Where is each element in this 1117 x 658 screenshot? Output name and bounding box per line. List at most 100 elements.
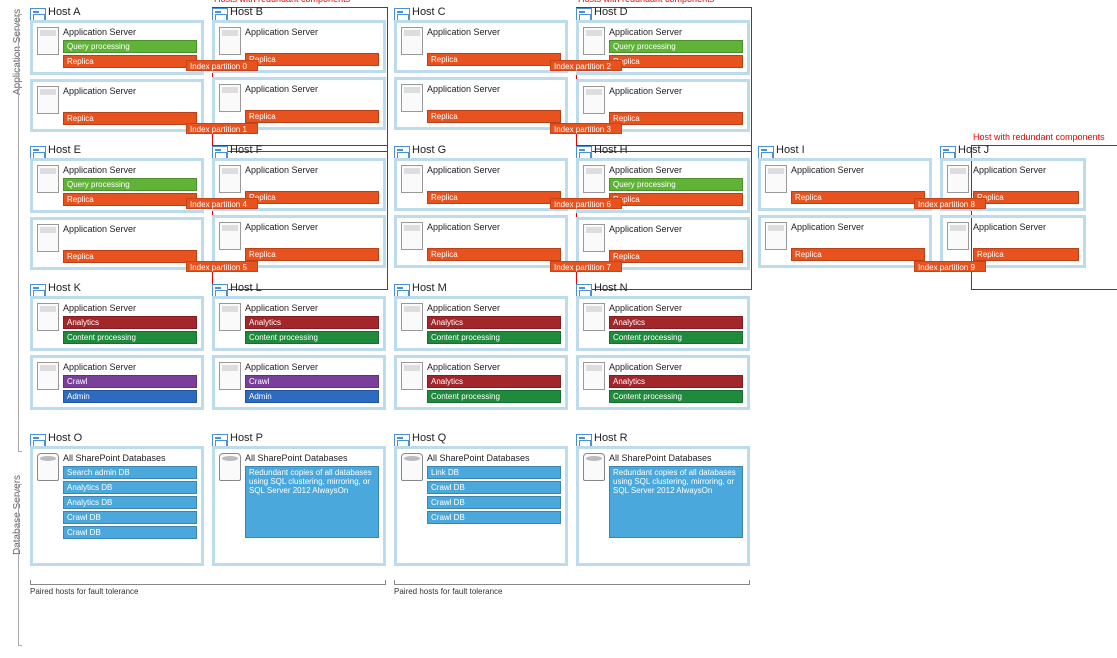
replica-bar: Replica xyxy=(609,250,743,263)
host-title: Host K xyxy=(30,282,204,294)
host-i: Host I Application Server Replica Applic… xyxy=(758,144,932,274)
db-bar: Analytics DB xyxy=(63,481,197,494)
vm-icon xyxy=(37,86,59,114)
query-bar: Query processing xyxy=(609,178,743,191)
vm-icon xyxy=(401,303,423,331)
app-server-label: Application Server xyxy=(245,303,379,314)
replica-bar: Replica xyxy=(245,53,379,66)
app-server-label: Application Server xyxy=(427,222,561,233)
index-partition-7: Index partition 7 xyxy=(550,261,622,272)
replica-bar: Replica xyxy=(427,248,561,261)
app-server-label: Application Server xyxy=(427,84,561,95)
sp-db-label: All SharePoint Databases xyxy=(427,453,561,464)
replica-bar: Replica xyxy=(973,191,1079,204)
admin-bar: Admin xyxy=(245,390,379,403)
host-title: Host G xyxy=(394,144,568,156)
index-partition-9: Index partition 9 xyxy=(914,261,986,272)
host-q: Host Q All SharePoint Databases Link DB … xyxy=(394,432,568,570)
content-bar: Content processing xyxy=(427,331,561,344)
pair-label: Paired hosts for fault tolerance xyxy=(394,585,750,596)
host-title: Host H xyxy=(576,144,750,156)
host-title: Host D xyxy=(576,6,750,18)
db-icon xyxy=(37,453,59,481)
app-server-label: Application Server xyxy=(245,27,379,38)
index-partition-6: Index partition 6 xyxy=(550,198,622,209)
sp-db-label: All SharePoint Databases xyxy=(63,453,197,464)
crawl-bar: Crawl xyxy=(245,375,379,388)
app-server-label: Application Server xyxy=(791,165,925,176)
analytics-bar: Analytics xyxy=(427,316,561,329)
host-a: Host A Application Server Query processi… xyxy=(30,6,204,136)
replica-bar: Replica xyxy=(609,193,743,206)
content-bar: Content processing xyxy=(245,331,379,344)
app-server-label: Application Server xyxy=(245,362,379,373)
vm-icon xyxy=(583,86,605,114)
pair-label: Paired hosts for fault tolerance xyxy=(30,585,386,596)
app-server-label: Application Server xyxy=(427,165,561,176)
app-server-label: Application Server xyxy=(63,224,197,235)
replica-bar: Replica xyxy=(791,248,925,261)
index-partition-0: Index partition 0 xyxy=(186,60,258,71)
db-icon xyxy=(401,453,423,481)
admin-bar: Admin xyxy=(63,390,197,403)
app-server-label: Application Server xyxy=(245,222,379,233)
host-title: Host I xyxy=(758,144,932,156)
redundant-label-1: Hosts with redundant components xyxy=(214,0,350,4)
vm-icon xyxy=(583,224,605,252)
app-server-label: Application Server xyxy=(609,86,743,97)
vm-icon xyxy=(219,27,241,55)
db-bar: Search admin DB xyxy=(63,466,197,479)
host-e: Host E Application Server Query processi… xyxy=(30,144,204,274)
app-server-label: Application Server xyxy=(245,165,379,176)
diagram-grid: Hosts with redundant components Hosts wi… xyxy=(30,6,1111,596)
vm-icon xyxy=(219,362,241,390)
analytics-bar: Analytics xyxy=(427,375,561,388)
app-server-label: Application Server xyxy=(609,165,743,176)
host-title: Host R xyxy=(576,432,750,444)
vm-icon xyxy=(583,303,605,331)
host-g: Host G Application Server Replica Applic… xyxy=(394,144,568,274)
row-4: Host O All SharePoint Databases Search a… xyxy=(30,432,1111,570)
host-title: Host L xyxy=(212,282,386,294)
host-title: Host Q xyxy=(394,432,568,444)
vm-icon xyxy=(947,165,969,193)
app-server-label: Application Server xyxy=(609,224,743,235)
app-server-label: Application Server xyxy=(63,165,197,176)
vm-icon xyxy=(219,84,241,112)
host-k: Host K Application Server Analytics Cont… xyxy=(30,282,204,414)
vm-icon xyxy=(219,165,241,193)
db-bar: Analytics DB xyxy=(63,496,197,509)
vm-box: Application Server Replica xyxy=(30,79,204,132)
vm-box: Application Server Query processing Repl… xyxy=(30,20,204,75)
replica-bar: Replica xyxy=(973,248,1079,261)
vm-icon xyxy=(37,165,59,193)
app-server-label: Application Server xyxy=(427,362,561,373)
content-bar: Content processing xyxy=(427,390,561,403)
host-h: Host H Application Server Query processi… xyxy=(576,144,750,274)
host-title: Host N xyxy=(576,282,750,294)
vm-icon xyxy=(947,222,969,250)
replica-bar: Replica xyxy=(63,250,197,263)
vm-icon xyxy=(37,224,59,252)
app-server-label: Application Server xyxy=(609,362,743,373)
host-r: Host R All SharePoint Databases Redundan… xyxy=(576,432,750,570)
host-title: Host P xyxy=(212,432,386,444)
host-c: Host C Application Server Replica Applic… xyxy=(394,6,568,136)
index-partition-4: Index partition 4 xyxy=(186,198,258,209)
host-title: Host O xyxy=(30,432,204,444)
vm-icon xyxy=(37,362,59,390)
analytics-bar: Analytics xyxy=(245,316,379,329)
host-f: Host F Application Server Replica Applic… xyxy=(212,144,386,274)
vm-icon xyxy=(583,165,605,193)
host-title: Host M xyxy=(394,282,568,294)
vm-icon xyxy=(401,222,423,250)
content-bar: Content processing xyxy=(609,390,743,403)
content-bar: Content processing xyxy=(63,331,197,344)
app-server-label: Application Server xyxy=(63,303,197,314)
index-partition-1: Index partition 1 xyxy=(186,123,258,134)
replica-bar: Replica xyxy=(63,55,197,68)
content-bar: Content processing xyxy=(609,331,743,344)
vm-icon xyxy=(401,165,423,193)
replica-bar: Replica xyxy=(791,191,925,204)
host-o: Host O All SharePoint Databases Search a… xyxy=(30,432,204,570)
